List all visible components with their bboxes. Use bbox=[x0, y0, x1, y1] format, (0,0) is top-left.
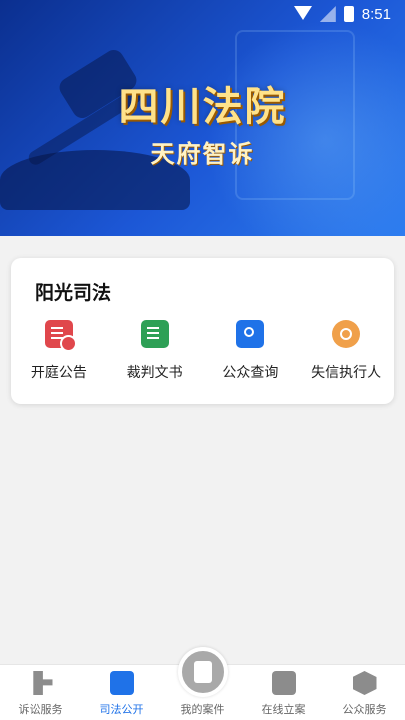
tab-label: 在线立案 bbox=[261, 703, 306, 716]
tab-label: 司法公开 bbox=[99, 703, 144, 716]
publicity-icon bbox=[109, 671, 134, 695]
tab-public-service[interactable]: 公众服务 bbox=[324, 665, 405, 720]
court-notice-button[interactable]: 开庭公告 bbox=[11, 320, 107, 382]
grid-label: 公众查询 bbox=[222, 365, 279, 381]
tab-my-cases[interactable]: 我的案件 bbox=[162, 647, 243, 720]
public-service-icon bbox=[352, 671, 377, 695]
status-time: 8:51 bbox=[361, 5, 391, 23]
banner-subtitle: 天府智诉 bbox=[150, 140, 255, 168]
banner-title: 四川法院 bbox=[118, 84, 287, 130]
court-notice-icon bbox=[44, 320, 77, 352]
tab-litigation-service[interactable]: 诉讼服务 bbox=[0, 665, 81, 720]
signal-icon bbox=[319, 6, 336, 22]
dishonest-person-icon bbox=[332, 320, 361, 348]
tab-label: 诉讼服务 bbox=[18, 703, 63, 716]
gavel-icon bbox=[33, 671, 53, 695]
bottom-nav: 诉讼服务 司法公开 我的案件 在线立案 公众服务 bbox=[0, 647, 405, 720]
service-grid: 开庭公告 裁判文书 公众查询 失信执行人 bbox=[11, 320, 394, 382]
status-bar: 8:51 bbox=[0, 0, 405, 28]
sunshine-justice-card: 阳光司法 开庭公告 裁判文书 公众查询 失信执行人 bbox=[11, 258, 394, 404]
grid-label: 开庭公告 bbox=[30, 365, 87, 381]
tab-label: 我的案件 bbox=[180, 703, 225, 716]
tab-online-filing[interactable]: 在线立案 bbox=[243, 665, 324, 720]
tab-judicial-publicity[interactable]: 司法公开 bbox=[81, 665, 162, 720]
public-query-button[interactable]: 公众查询 bbox=[203, 320, 299, 382]
wifi-icon bbox=[293, 6, 312, 22]
dishonest-person-button[interactable]: 失信执行人 bbox=[298, 320, 394, 382]
tab-label: 公众服务 bbox=[342, 703, 387, 716]
card-title: 阳光司法 bbox=[35, 282, 112, 304]
judgment-document-button[interactable]: 裁判文书 bbox=[107, 320, 203, 382]
grid-label: 失信执行人 bbox=[311, 365, 382, 381]
battery-icon bbox=[343, 6, 354, 22]
judgment-document-icon bbox=[140, 320, 169, 348]
header-banner: 8:51 四川法院 天府智诉 bbox=[0, 0, 405, 236]
online-filing-icon bbox=[271, 671, 296, 695]
my-case-icon[interactable] bbox=[177, 647, 228, 697]
grid-label: 裁判文书 bbox=[126, 365, 183, 381]
search-icon bbox=[236, 320, 265, 348]
